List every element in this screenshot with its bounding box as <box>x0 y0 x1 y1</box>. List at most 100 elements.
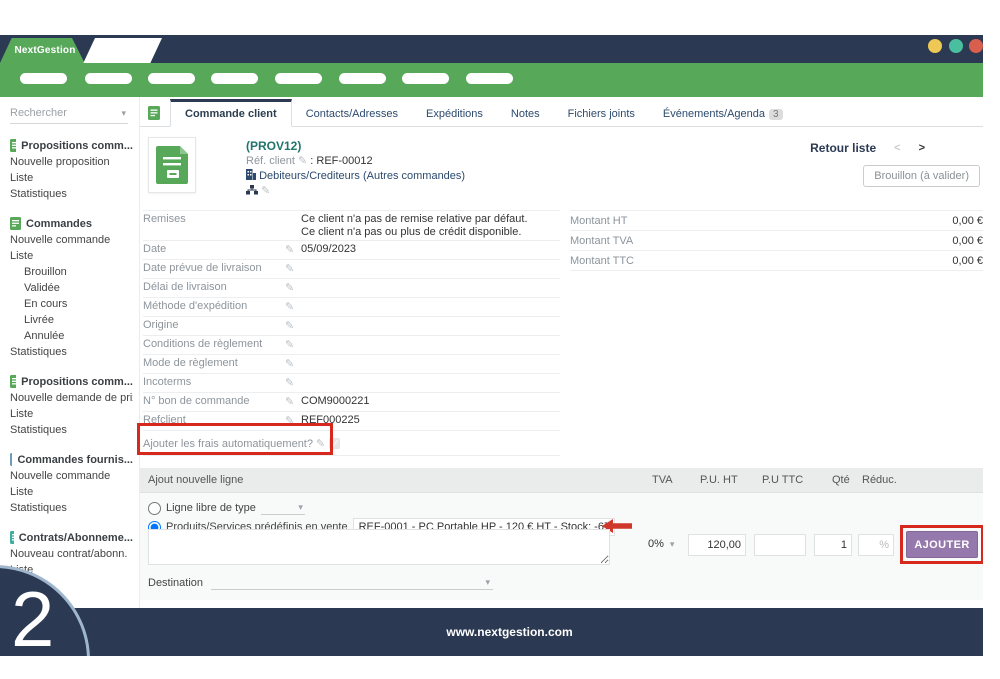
back-to-list-link[interactable]: Retour liste <box>810 141 876 155</box>
frais-auto-checkbox[interactable] <box>329 438 340 449</box>
edit-pencil-icon[interactable]: ✎ <box>285 319 301 332</box>
sidebar-section-title[interactable]: Commandes <box>10 215 133 232</box>
tab-expeditions[interactable]: Expéditions <box>412 102 497 126</box>
thirdparty-link[interactable]: Debiteurs/Crediteurs (Autres commandes) <box>259 170 465 182</box>
sidebar-item[interactable]: Statistiques <box>10 500 133 516</box>
edit-pencil-icon[interactable]: ✎ <box>285 281 301 294</box>
redacted-menu-item[interactable] <box>211 73 258 84</box>
search-input[interactable]: Rechercher ▾ <box>10 105 128 124</box>
tabs-bar: Commande client Contacts/Adresses Expédi… <box>140 101 983 127</box>
edit-pencil-icon[interactable]: ✎ <box>285 357 301 370</box>
redacted-menu-item[interactable] <box>148 73 195 84</box>
main-menubar <box>0 63 983 97</box>
sidebar-item[interactable]: Brouillon <box>10 264 133 280</box>
sidebar-item[interactable]: Validée <box>10 280 133 296</box>
previous-record-icon[interactable]: < <box>894 142 900 154</box>
brand-tab[interactable]: NextGestion <box>0 38 90 63</box>
document-thumbnail <box>148 137 196 193</box>
project-sitemap-icon[interactable] <box>246 185 258 195</box>
form-row-mode-reglement: Mode de règlement ✎ <box>143 355 560 374</box>
sidebar-item[interactable]: Liste <box>10 248 133 264</box>
col-puht: P.U. HT <box>700 474 738 486</box>
sidebar-item[interactable]: Nouvelle commande <box>10 232 133 248</box>
redacted-menu-item[interactable] <box>20 73 67 84</box>
free-line-radio[interactable] <box>148 502 161 515</box>
edit-pencil-icon[interactable]: ✎ <box>285 414 301 427</box>
vat-select-value: 0% <box>648 538 664 550</box>
order-icon <box>10 217 21 230</box>
price-ttc-input[interactable] <box>754 534 806 556</box>
sidebar-item[interactable]: Nouvelle commande <box>10 468 133 484</box>
sidebar-section-title[interactable]: Contrats/Abonneme... <box>10 529 133 546</box>
edit-pencil-icon[interactable]: ✎ <box>285 395 301 408</box>
edit-pencil-icon[interactable]: ✎ <box>298 155 307 167</box>
destination-row: Destination ▾ <box>148 575 493 590</box>
redacted-menu-item[interactable] <box>402 73 449 84</box>
company-icon <box>246 169 256 180</box>
tab-commande-client[interactable]: Commande client <box>170 99 292 127</box>
sidebar-section-title[interactable]: Propositions comm... <box>10 137 133 154</box>
footer-url: www.nextgestion.com <box>446 625 572 639</box>
sidebar-section-title[interactable]: Commandes fournis... <box>10 451 133 468</box>
add-line-button[interactable]: AJOUTER <box>906 531 978 558</box>
window-dot-green-icon[interactable] <box>949 39 963 53</box>
app-window: NextGestion Rechercher ▾ <box>0 35 983 656</box>
sidebar-section-propositions: Propositions comm... Nouvelle propositio… <box>10 137 133 202</box>
quantity-input[interactable] <box>814 534 852 556</box>
edit-pencil-icon[interactable]: ✎ <box>285 300 301 313</box>
date-value: 05/09/2023 <box>301 243 560 255</box>
redacted-tab[interactable] <box>83 38 162 63</box>
free-line-type-select[interactable]: ▾ <box>261 501 305 515</box>
browser-topbar: NextGestion <box>0 35 983 63</box>
sidebar-item[interactable]: Liste <box>10 406 133 422</box>
redacted-menu-item[interactable] <box>339 73 386 84</box>
sidebar-section-title[interactable]: Propositions comm... <box>10 373 133 390</box>
destination-select[interactable]: ▾ <box>211 575 493 590</box>
window-dot-yellow-icon[interactable] <box>928 39 942 53</box>
add-line-section: Ajout nouvelle ligne TVA P.U. HT P.U TTC… <box>140 468 983 600</box>
col-reduc: Réduc. <box>862 474 897 486</box>
total-row-tva: Montant TVA 0,00 € <box>570 231 983 251</box>
sidebar-item[interactable]: En cours <box>10 296 133 312</box>
sidebar-item[interactable]: Liste <box>10 484 133 500</box>
totals-table: Montant HT 0,00 € Montant TVA 0,00 € Mon… <box>570 210 983 271</box>
sidebar-section-propositions-fournisseurs: Propositions comm... Nouvelle demande de… <box>10 373 133 438</box>
sidebar-item[interactable]: Livrée <box>10 312 133 328</box>
form-row-conditions-reglement: Conditions de règlement ✎ <box>143 336 560 355</box>
discount-input[interactable] <box>858 534 894 556</box>
sidebar-item[interactable]: Statistiques <box>10 344 133 360</box>
montant-ht-value: 0,00 € <box>952 215 983 227</box>
sidebar-item[interactable]: Statistiques <box>10 186 133 202</box>
redacted-menu-item[interactable] <box>466 73 513 84</box>
sidebar-item[interactable]: Annulée <box>10 328 133 344</box>
edit-pencil-icon[interactable]: ✎ <box>261 185 270 197</box>
main-content: Commande client Contacts/Adresses Expédi… <box>140 97 983 608</box>
contract-icon <box>10 531 14 544</box>
redacted-menu-item[interactable] <box>85 73 132 84</box>
tab-contacts-adresses[interactable]: Contacts/Adresses <box>292 102 412 126</box>
sidebar-item[interactable]: Liste <box>10 170 133 186</box>
sidebar-item[interactable]: Nouvelle proposition <box>10 154 133 170</box>
window-dot-red-icon[interactable] <box>969 39 983 53</box>
edit-pencil-icon[interactable]: ✎ <box>285 262 301 275</box>
redacted-menu-item[interactable] <box>275 73 322 84</box>
brand-label: NextGestion <box>14 45 75 56</box>
edit-pencil-icon[interactable]: ✎ <box>316 437 325 450</box>
form-row-bon-commande: N° bon de commande ✎ COM9000221 <box>143 393 560 412</box>
bon-commande-value: COM9000221 <box>301 395 560 407</box>
sidebar-item[interactable]: Nouvelle demande de prix <box>10 390 133 406</box>
ref-client-label: Réf. client <box>246 155 295 167</box>
next-record-icon[interactable]: > <box>919 142 925 154</box>
sidebar-item[interactable]: Statistiques <box>10 422 133 438</box>
edit-pencil-icon[interactable]: ✎ <box>285 243 301 256</box>
price-ht-input[interactable] <box>688 534 746 556</box>
form-row-delai-livraison: Délai de livraison ✎ <box>143 279 560 298</box>
edit-pencil-icon[interactable]: ✎ <box>285 376 301 389</box>
edit-pencil-icon[interactable]: ✎ <box>285 338 301 351</box>
line-description-textarea[interactable] <box>148 529 610 565</box>
tab-evenements-agenda[interactable]: Événements/Agenda3 <box>649 102 797 126</box>
vat-select[interactable]: 0% ▾ <box>648 538 674 550</box>
sidebar-item[interactable]: Nouveau contrat/abonn. <box>10 546 133 562</box>
tab-notes[interactable]: Notes <box>497 102 554 126</box>
tab-fichiers-joints[interactable]: Fichiers joints <box>554 102 649 126</box>
